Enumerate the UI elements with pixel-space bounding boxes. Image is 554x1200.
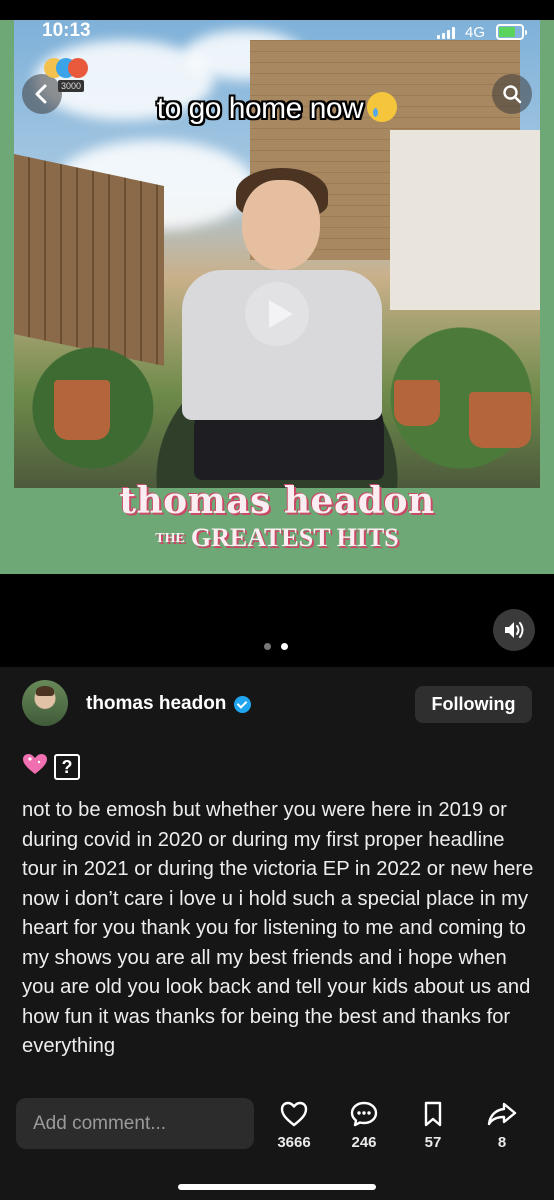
- comment-count: 246: [351, 1134, 377, 1151]
- search-icon: [503, 85, 522, 104]
- heart-icon: [280, 1101, 308, 1127]
- sound-button[interactable]: [493, 609, 535, 651]
- album-title: thomas headon: [119, 480, 435, 522]
- verified-badge-icon: [234, 696, 251, 713]
- signal-icon: [437, 27, 457, 39]
- status-bar: 10:13 4G: [0, 0, 554, 48]
- post-media-image[interactable]: to go home now thomas headon THE GREATEST…: [0, 20, 554, 574]
- battery-icon: [496, 24, 527, 40]
- share-arrow-icon: [487, 1102, 517, 1126]
- username[interactable]: thomas headon: [86, 693, 226, 715]
- avatar[interactable]: [22, 680, 68, 726]
- crying-face-emoji: [367, 92, 398, 122]
- bookmark-icon: [424, 1101, 442, 1127]
- network-label: 4G: [465, 24, 486, 41]
- chat-bubble-icon: [350, 1101, 378, 1127]
- like-button[interactable]: 3666: [264, 1100, 324, 1156]
- save-button[interactable]: 57: [403, 1100, 463, 1156]
- album-cover-photo: [14, 20, 540, 488]
- comment-input[interactable]: [16, 1098, 254, 1149]
- share-count: 8: [497, 1134, 507, 1151]
- carousel-page-indicator: [264, 643, 294, 653]
- post-description: not to be emosh but whether you were her…: [22, 799, 534, 1057]
- status-time: 10:13: [42, 20, 91, 41]
- share-button[interactable]: 8: [472, 1100, 532, 1156]
- speaker-icon: [505, 622, 524, 638]
- home-indicator[interactable]: [178, 1184, 376, 1190]
- page-dot-active[interactable]: [281, 643, 288, 650]
- like-count: 3666: [277, 1134, 311, 1151]
- following-button[interactable]: Following: [415, 686, 532, 723]
- album-subtitle: THE GREATEST HITS: [155, 523, 399, 552]
- page-dot[interactable]: [264, 643, 271, 650]
- sparkling-heart-emoji: [23, 754, 47, 774]
- unknown-character-box: ?: [54, 754, 80, 780]
- save-count: 57: [424, 1134, 442, 1151]
- comment-button[interactable]: 246: [334, 1100, 394, 1156]
- search-button[interactable]: [492, 74, 532, 114]
- app-badge-icon: 3000: [44, 56, 92, 102]
- play-icon[interactable]: [245, 282, 309, 346]
